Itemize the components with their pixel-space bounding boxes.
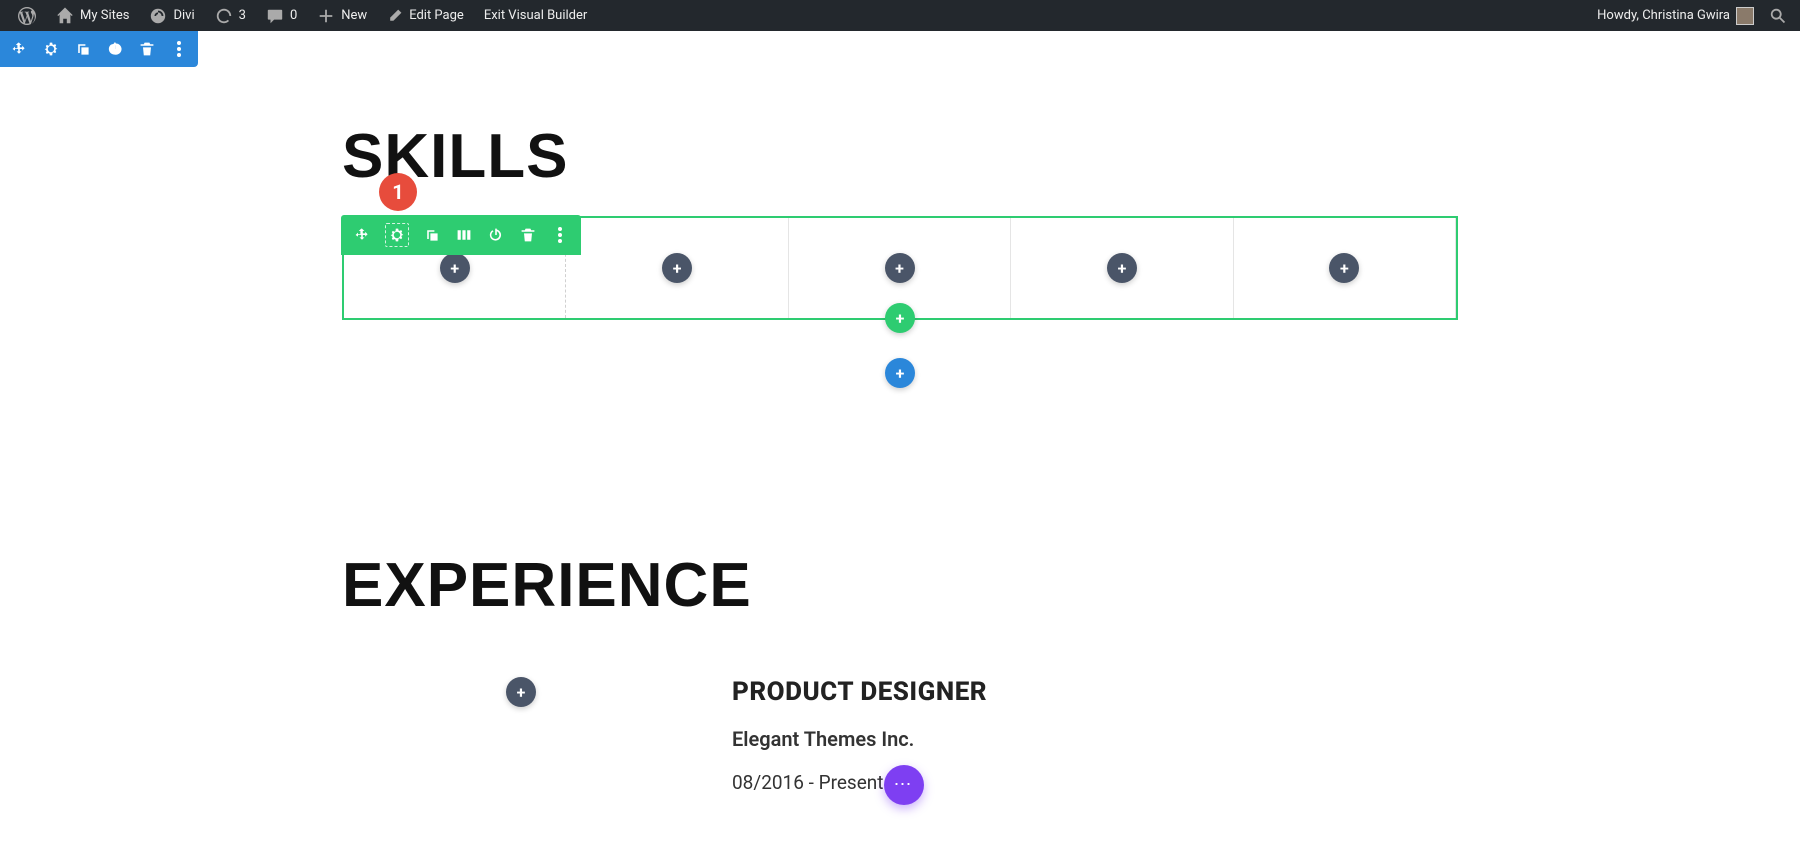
my-sites-menu[interactable]: My Sites: [46, 0, 139, 31]
new-menu[interactable]: New: [307, 0, 377, 31]
more-icon[interactable]: [551, 226, 569, 244]
add-module-button[interactable]: +: [1107, 253, 1137, 283]
wp-admin-bar: My Sites Divi 3 0 New: [0, 0, 1800, 31]
column-5[interactable]: +: [1234, 218, 1456, 318]
search-button[interactable]: [1764, 0, 1792, 31]
refresh-icon: [215, 7, 233, 25]
add-module-button[interactable]: +: [440, 253, 470, 283]
page-inner: SKILLS 1 + + + + + + +: [342, 121, 1458, 805]
dashboard-icon: [149, 7, 167, 25]
wp-logo-menu[interactable]: [8, 0, 46, 31]
experience-left-column: +: [342, 677, 732, 805]
comment-icon: [266, 7, 284, 25]
howdy-menu[interactable]: Howdy, Christina Gwira: [1587, 0, 1764, 31]
experience-section: EXPERIENCE + PRODUCT DESIGNER Elegant Th…: [342, 550, 1458, 805]
add-module-button[interactable]: +: [662, 253, 692, 283]
row-toolbar: [341, 215, 581, 255]
admin-bar-left: My Sites Divi 3 0 New: [8, 0, 597, 31]
wordpress-icon: [18, 7, 36, 25]
page-content: SKILLS 1 + + + + + + +: [0, 31, 1800, 805]
add-row-button[interactable]: +: [885, 303, 915, 333]
experience-right-column: PRODUCT DESIGNER Elegant Themes Inc. 08/…: [732, 677, 1458, 805]
company-name: Elegant Themes Inc.: [732, 727, 1458, 751]
callout-number: 1: [392, 180, 403, 204]
search-icon: [1769, 7, 1787, 25]
plus-icon: [317, 7, 335, 25]
move-icon[interactable]: [353, 226, 371, 244]
gear-icon: [388, 226, 406, 244]
my-sites-label: My Sites: [80, 8, 129, 23]
add-module-button[interactable]: +: [1329, 253, 1359, 283]
comments-menu[interactable]: 0: [256, 0, 307, 31]
exit-vb-menu[interactable]: Exit Visual Builder: [474, 0, 597, 31]
admin-bar-right: Howdy, Christina Gwira: [1587, 0, 1792, 31]
site-label: Divi: [173, 8, 194, 23]
job-title: PRODUCT DESIGNER: [732, 677, 1458, 707]
power-icon[interactable]: [487, 226, 505, 244]
job-dates: 08/2016 - Present: [732, 771, 884, 794]
new-label: New: [341, 8, 367, 23]
row-settings-highlighted[interactable]: [385, 223, 409, 247]
skills-heading: SKILLS: [342, 121, 1458, 192]
add-section-button[interactable]: +: [885, 358, 915, 388]
skills-row: + + + + + + +: [342, 216, 1458, 320]
add-module-button[interactable]: +: [885, 253, 915, 283]
site-menu[interactable]: Divi: [139, 0, 204, 31]
pencil-icon: [387, 8, 403, 24]
experience-heading: EXPERIENCE: [342, 550, 1458, 621]
updates-count: 3: [239, 8, 246, 23]
exit-vb-label: Exit Visual Builder: [484, 8, 587, 23]
trash-icon[interactable]: [519, 226, 537, 244]
edit-page-menu[interactable]: Edit Page: [377, 0, 474, 31]
updates-menu[interactable]: 3: [205, 0, 256, 31]
howdy-label: Howdy, Christina Gwira: [1597, 8, 1730, 23]
builder-toggle-button[interactable]: ⋯: [884, 765, 924, 805]
add-module-button[interactable]: +: [506, 677, 536, 707]
columns-icon[interactable]: [455, 226, 473, 244]
home-icon: [56, 7, 74, 25]
avatar: [1736, 7, 1754, 25]
column-2[interactable]: +: [566, 218, 788, 318]
column-4[interactable]: +: [1011, 218, 1233, 318]
callout-badge-1: 1: [379, 173, 417, 211]
comments-count: 0: [290, 8, 297, 23]
duplicate-icon[interactable]: [423, 226, 441, 244]
edit-page-label: Edit Page: [409, 8, 464, 23]
experience-row: + PRODUCT DESIGNER Elegant Themes Inc. 0…: [342, 677, 1458, 805]
